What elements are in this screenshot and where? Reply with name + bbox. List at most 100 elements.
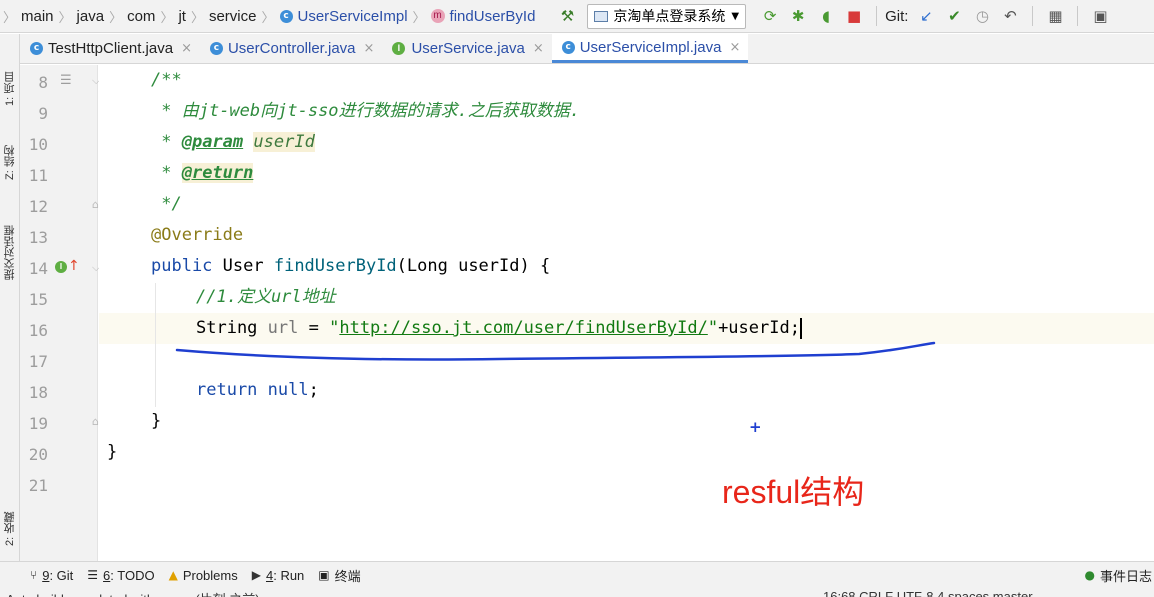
tool-run[interactable]: ▶ 4: Run: [252, 568, 305, 583]
tab-label: TestHttpClient.java: [48, 40, 174, 57]
chevron-down-icon: ▼: [731, 10, 740, 22]
breadcrumb-com[interactable]: com: [127, 8, 155, 25]
tool-structure[interactable]: Z: 结构: [1, 120, 19, 180]
breadcrumb-class[interactable]: c UserServiceImpl: [279, 7, 408, 25]
chevron-right-icon: 〉: [3, 9, 17, 25]
breadcrumb-java[interactable]: java: [77, 8, 105, 25]
stop-icon[interactable]: ■: [844, 6, 864, 26]
close-icon[interactable]: ×: [533, 41, 544, 56]
line-number: 17: [28, 352, 48, 371]
status-right-info[interactable]: 16:68 CRLF UTF-8 4 spaces master: [823, 589, 1033, 597]
play-icon: ▶: [251, 568, 261, 582]
tool-problems[interactable]: ▲ Problems: [169, 568, 238, 583]
navigation-bar: 〉 main 〉 java 〉 com 〉 jt 〉 service 〉 c Us…: [0, 0, 1154, 33]
tool-project[interactable]: 1: 项目: [1, 40, 19, 106]
line-number: 21: [28, 476, 48, 495]
line-number: 10: [28, 135, 48, 154]
line-number: 12: [28, 197, 48, 216]
close-icon[interactable]: ×: [729, 40, 740, 55]
chevron-right-icon: 〉: [190, 9, 204, 25]
line-number: 8: [38, 73, 48, 92]
tab-label: UserController.java: [227, 40, 356, 57]
tool-git[interactable]: ⑂ 9: Git: [30, 568, 73, 583]
line-number: 11: [28, 166, 48, 185]
warning-icon: ▲: [168, 568, 178, 582]
toolbar-divider: [1032, 6, 1034, 26]
breadcrumb-class-label: UserServiceImpl: [297, 7, 408, 25]
git-label: Git:: [885, 7, 909, 25]
class-icon: c: [279, 9, 293, 23]
git-branch-icon: ⑂: [30, 568, 38, 582]
breadcrumb-main[interactable]: main: [21, 8, 54, 25]
line-number: 18: [28, 383, 48, 402]
line-number: 13: [28, 228, 48, 247]
event-log-icon: ●: [1084, 568, 1095, 582]
rerun-icon[interactable]: ⟳: [760, 6, 780, 26]
run-configuration-select[interactable]: 京淘单点登录系统 ▼: [587, 3, 747, 29]
line-number: 16: [28, 321, 48, 340]
line-number: 15: [28, 290, 48, 309]
chevron-right-icon: 〉: [160, 9, 174, 25]
tool-favorites-label: 2: 收藏: [4, 511, 16, 546]
status-bar: Auto build completed with errors (片刻 之前)…: [0, 588, 1154, 597]
editor-gutter[interactable]: 8 9 10 11 12 13 14 15 16 17 18 19 20 21 …: [20, 65, 100, 561]
close-icon[interactable]: ×: [364, 41, 375, 56]
override-arrow-icon[interactable]: ↑: [68, 258, 80, 274]
fold-end-icon[interactable]: ⌂: [92, 198, 99, 211]
git-commit-icon[interactable]: ✔: [944, 6, 964, 26]
run-configuration-label: 京淘单点登录系统: [613, 8, 726, 24]
annotation-text: resful结构: [722, 474, 865, 510]
tool-favorites[interactable]: 2: 收藏: [1, 486, 19, 546]
close-icon[interactable]: ×: [181, 41, 192, 56]
left-tool-strip: 1: 项目 Z: 结构 提交对话框 2: 收藏: [0, 34, 20, 561]
chevron-right-icon: 〉: [261, 9, 275, 25]
tool-commit[interactable]: 提交对话框: [1, 200, 19, 280]
doc-toggle-icon[interactable]: ☰: [60, 73, 72, 88]
chevron-right-icon: 〉: [58, 9, 72, 25]
fold-end-icon[interactable]: ⌂: [92, 415, 99, 428]
tab-label: UserServiceImpl.java: [579, 38, 722, 56]
class-icon: c: [561, 40, 575, 54]
breadcrumb-method-label: findUserById: [449, 7, 536, 25]
class-icon: c: [209, 42, 223, 55]
list-icon: ☰: [87, 568, 99, 582]
git-update-icon[interactable]: ↙: [916, 6, 936, 26]
debug-bug-icon[interactable]: ✱: [788, 6, 808, 26]
line-number: 14: [28, 259, 48, 278]
crosshair-cursor-icon: +: [749, 418, 762, 436]
chevron-right-icon: 〉: [412, 9, 426, 25]
tool-commit-label: 提交对话框: [4, 225, 16, 280]
line-number: 20: [28, 445, 48, 464]
tool-project-label: 1: 项目: [4, 71, 16, 106]
hand-drawn-underline: [175, 341, 936, 361]
git-rollback-icon[interactable]: ↶: [1000, 6, 1020, 26]
project-structure-icon[interactable]: ▦: [1045, 6, 1065, 26]
tool-todo[interactable]: ☰ 6: TODO: [87, 568, 154, 583]
implements-method-icon[interactable]: I: [55, 261, 67, 273]
git-history-icon[interactable]: ◷: [972, 6, 992, 26]
terminal-icon: ▣: [318, 568, 330, 582]
tab-userserviceimpl[interactable]: c UserServiceImpl.java ×: [551, 34, 749, 63]
layout-icon[interactable]: ▣: [1090, 6, 1110, 26]
toolbar-divider: [1077, 6, 1079, 26]
code-editor[interactable]: /** * 由jt-web向jt-sso进行数据的请求.之后获取数据. * @p…: [99, 65, 1154, 561]
status-message: Auto build completed with errors (片刻 之前): [6, 589, 260, 597]
interface-icon: I: [392, 42, 406, 55]
build-hammer-icon[interactable]: ⚒: [557, 6, 577, 26]
tab-usercontroller[interactable]: c UserController.java ×: [200, 34, 382, 63]
tab-userservice[interactable]: I UserService.java ×: [382, 34, 551, 63]
line-number: 9: [38, 104, 48, 123]
method-icon: m: [430, 9, 445, 23]
breadcrumb-method[interactable]: m findUserById: [430, 7, 536, 25]
breadcrumb-service[interactable]: service: [209, 8, 257, 25]
toolbar-divider: [876, 6, 878, 26]
tab-testhttpclient[interactable]: c TestHttpClient.java ×: [20, 34, 200, 63]
tool-structure-label: Z: 结构: [4, 145, 16, 180]
line-number: 19: [28, 414, 48, 433]
chevron-right-icon: 〉: [109, 9, 123, 25]
breadcrumb-jt[interactable]: jt: [178, 8, 186, 25]
coverage-shield-icon[interactable]: ◖: [816, 6, 836, 26]
tool-terminal[interactable]: ▣ 终端: [318, 566, 360, 585]
tool-event-log[interactable]: ● 事件日志: [1085, 566, 1153, 585]
tool-window-bar: ⑂ 9: Git ☰ 6: TODO ▲ Problems ▶ 4: Run ▣ 终端 ●…: [0, 561, 1154, 588]
